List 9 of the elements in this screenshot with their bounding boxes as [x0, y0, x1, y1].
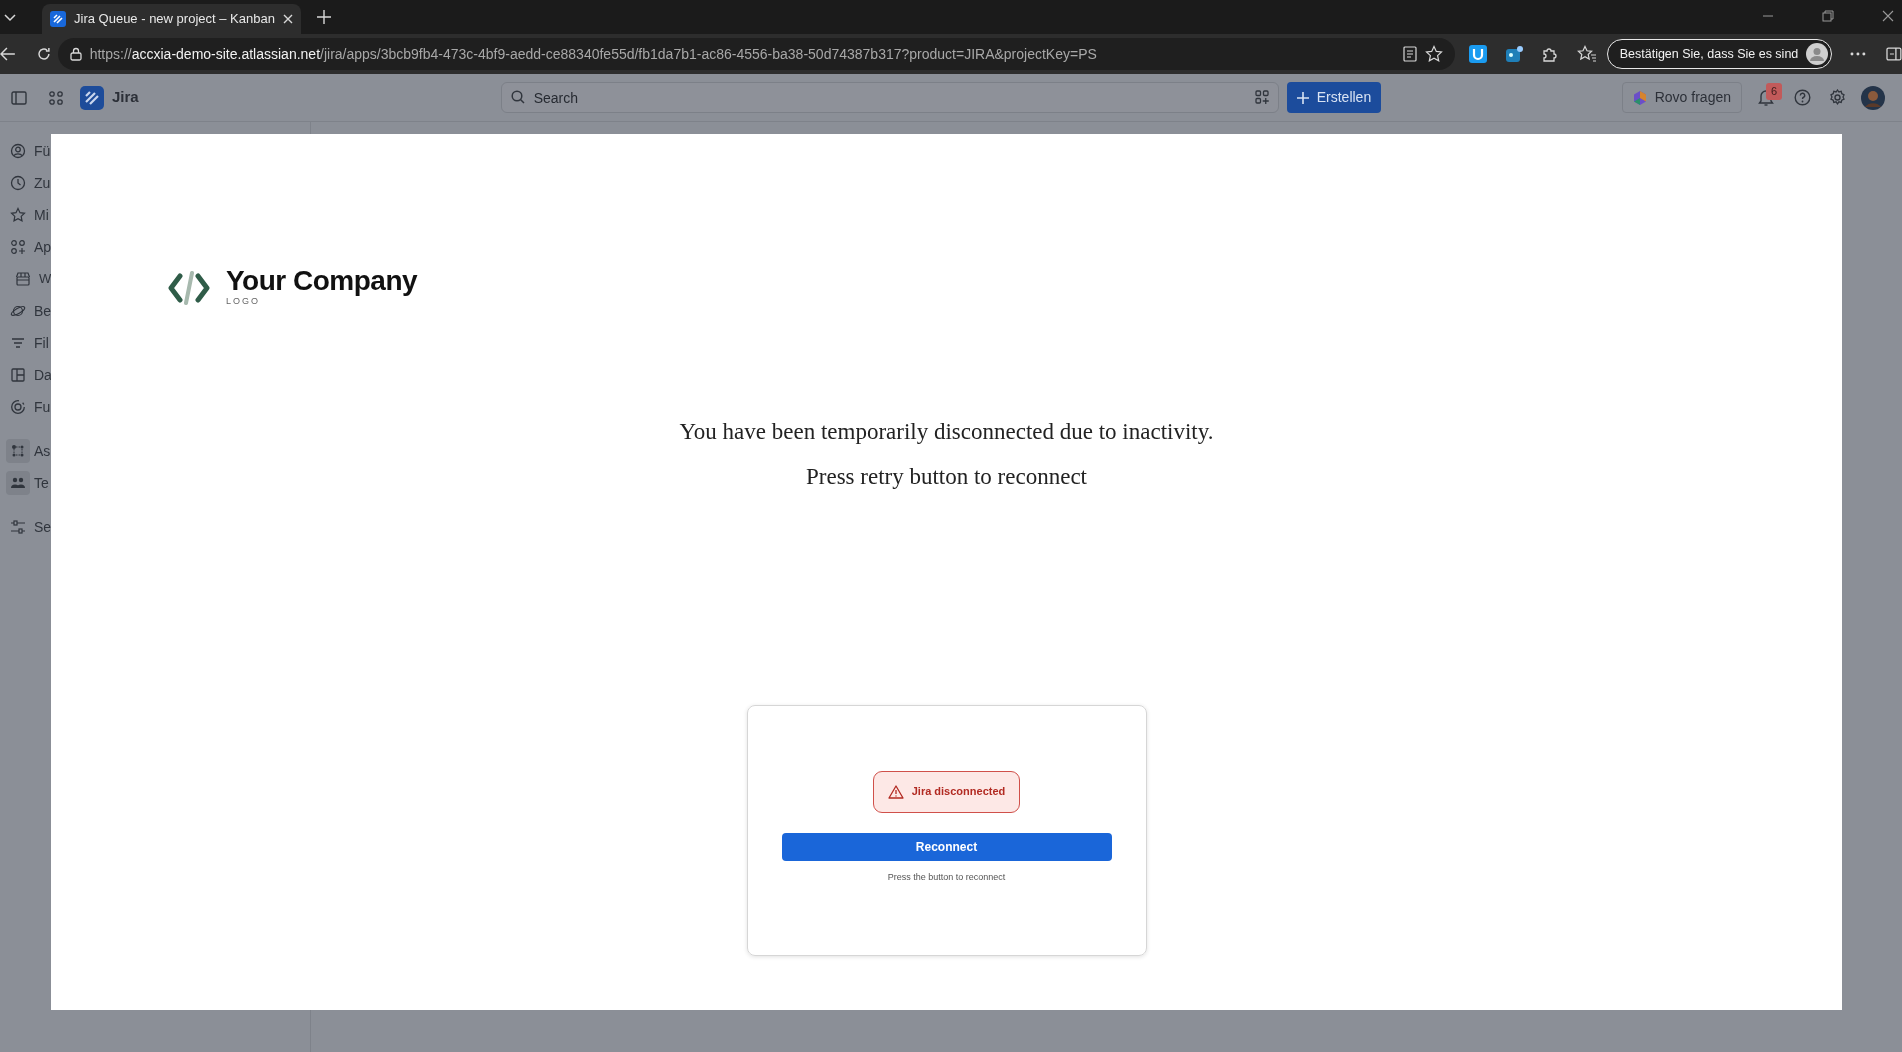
logo-tagline: LOGO — [226, 295, 261, 308]
message-text: You have been temporarily disconnected due to inactivity. — [679, 417, 1214, 446]
tab-title: Jira Queue - new project – Kanban — [74, 10, 275, 29]
status-banner: Jira disconnected — [872, 770, 1021, 813]
hint-text: Press the button to reconnect — [887, 870, 1006, 884]
url-text: https://accxia-demo-site.atlassian.net/jira/apps/3bcb9fb4-473c-4bf9-aedd-ce88340fe55d/fb1da7b1-ac86-4556-ba38-50d74387b317?product=JIRA&projectKey=PS — [89, 44, 1098, 64]
logo-name: Your Company — [226, 267, 418, 295]
message-text: Press retry button to reconnect — [805, 463, 1087, 491]
notification-count: 6 — [1766, 83, 1783, 100]
